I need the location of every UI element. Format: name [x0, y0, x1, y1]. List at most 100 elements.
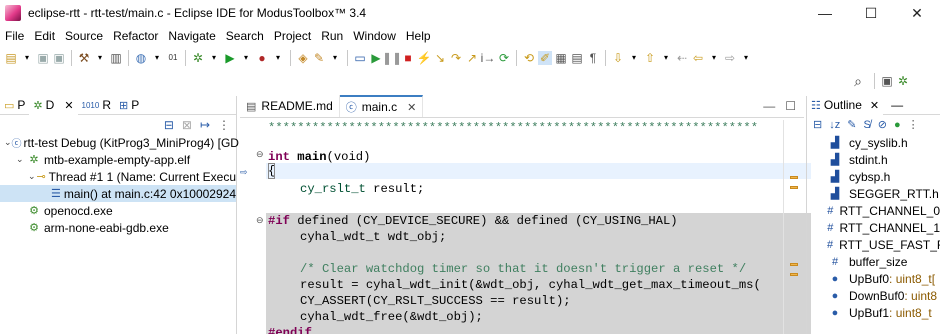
terminate-icon[interactable]: ■ — [401, 51, 415, 65]
chevron-down-icon[interactable]: ⌄ — [4, 137, 12, 148]
dropdown-arrow-icon[interactable]: ▾ — [207, 51, 221, 65]
tree-item-stack-frame[interactable]: ☰ main() at main.c:42 0x10002924 — [0, 185, 236, 202]
dropdown-arrow-icon[interactable]: ▾ — [707, 51, 721, 65]
menu-help[interactable]: Help — [401, 29, 436, 43]
ruler-marker[interactable] — [790, 186, 798, 189]
save-all-icon[interactable]: ▣ — [52, 51, 66, 65]
tab-registers[interactable]: 1010 R — [78, 96, 115, 115]
dropdown-arrow-icon[interactable]: ▾ — [93, 51, 107, 65]
open-type-icon[interactable]: ◈ — [296, 51, 310, 65]
menu-search[interactable]: Search — [221, 29, 269, 43]
outline-item[interactable]: # RTT_CHANNEL_1 — [807, 219, 940, 236]
maximize-icon[interactable]: ☐ — [785, 99, 796, 113]
overview-ruler[interactable] — [783, 120, 804, 334]
highlight-icon[interactable]: ✐ — [538, 50, 552, 65]
outline-item[interactable]: ▟ cybsp.h — [807, 168, 940, 185]
minimize-icon[interactable]: — — [763, 99, 775, 113]
save-icon[interactable]: ▣ — [36, 51, 50, 65]
close-icon[interactable]: ✕ — [407, 101, 416, 114]
editor-gutter[interactable]: ⊖ ⇨ ⊖ — [240, 120, 266, 334]
chevron-down-icon[interactable]: ⌄ — [28, 171, 36, 182]
search-icon[interactable]: ⌕ — [851, 74, 865, 88]
restart-icon[interactable]: ⟳ — [497, 51, 511, 65]
run-icon[interactable]: ▶ — [223, 51, 237, 65]
suspend-icon[interactable]: ❚❚ — [382, 51, 402, 65]
tab-debug[interactable]: ✲ D ✕ — [29, 95, 78, 115]
step-into-icon[interactable]: ↘ — [433, 51, 447, 65]
toggle-mark-icon[interactable]: ▦ — [554, 51, 568, 65]
close-icon[interactable]: ✕ — [64, 99, 73, 112]
build-config-icon[interactable]: ▥ — [109, 51, 123, 65]
hide-non-public-icon[interactable]: ⊘ — [878, 118, 887, 131]
tab-main-c[interactable]: ⓒ main.c ✕ — [339, 95, 424, 117]
menu-project[interactable]: Project — [269, 29, 316, 43]
outline-item[interactable]: ● UpBuf1 : uint8_t — [807, 304, 940, 321]
pilcrow-icon[interactable]: ¶ — [586, 51, 600, 65]
chevron-down-icon[interactable]: ⌄ — [16, 154, 26, 165]
instruction-step-icon[interactable]: i→ — [481, 51, 496, 65]
monitor-icon[interactable]: ▭ — [353, 51, 367, 65]
tab-outline[interactable]: ☷ Outline ✕ — [807, 95, 884, 115]
menu-window[interactable]: Window — [348, 29, 401, 43]
minimize-icon[interactable]: — — [891, 98, 903, 112]
outline-item[interactable]: # RTT_CHANNEL_0 — [807, 202, 940, 219]
dropdown-arrow-icon[interactable]: ▾ — [739, 51, 753, 65]
collapse-all-icon[interactable]: ⊟ — [813, 118, 822, 131]
collapse-all-icon[interactable]: ⊟ — [164, 118, 174, 132]
dropdown-arrow-icon[interactable]: ▾ — [659, 51, 673, 65]
tab-peripherals[interactable]: ⊞ P — [115, 96, 143, 115]
refresh-icon[interactable]: ⟲ — [522, 51, 536, 65]
block-selection-icon[interactable]: ▤ — [570, 51, 584, 65]
tree-item-thread[interactable]: ⌄ ⊸ Thread #1 1 (Name: Current Execu — [0, 168, 236, 185]
code-area[interactable]: ⊖ ⇨ ⊖ **********************************… — [240, 120, 811, 334]
minimize-button[interactable]: — — [802, 0, 848, 26]
disconnect-icon[interactable]: ⚡ — [417, 51, 432, 65]
globe-icon[interactable]: ◍ — [134, 51, 148, 65]
view-menu-icon[interactable]: ⋮ — [218, 118, 230, 132]
dropdown-arrow-icon[interactable]: ▾ — [20, 51, 34, 65]
dropdown-arrow-icon[interactable]: ▾ — [239, 51, 253, 65]
hide-fields-icon[interactable]: ✎ — [847, 118, 856, 131]
external-tools-icon[interactable]: ● — [255, 51, 269, 65]
tab-project-explorer[interactable]: ▭ P — [0, 96, 29, 115]
menu-navigate[interactable]: Navigate — [163, 29, 220, 43]
menu-file[interactable]: File — [0, 29, 29, 43]
hide-static-icon[interactable]: S̸ — [863, 119, 870, 131]
debug-icon[interactable]: ✲ — [191, 51, 205, 65]
step-filter-icon[interactable]: ↦ — [200, 118, 210, 132]
outline-item[interactable]: # RTT_USE_FAST_RT — [807, 236, 940, 253]
step-return-icon[interactable]: ↗ — [465, 51, 479, 65]
dropdown-arrow-icon[interactable]: ▾ — [150, 51, 164, 65]
close-button[interactable]: ✕ — [894, 0, 940, 26]
dropdown-arrow-icon[interactable]: ▾ — [627, 51, 641, 65]
open-perspective-icon[interactable]: ▣ — [880, 74, 894, 88]
outline-item[interactable]: ▟ cy_syslib.h — [807, 134, 940, 151]
debug-perspective-icon[interactable]: ✲ — [896, 74, 910, 88]
ruler-marker[interactable] — [790, 263, 798, 266]
build-icon[interactable]: ⚒ — [77, 51, 91, 65]
menu-refactor[interactable]: Refactor — [108, 29, 163, 43]
forward-icon[interactable]: ⇨ — [723, 51, 737, 65]
menu-edit[interactable]: Edit — [29, 29, 60, 43]
dropdown-arrow-icon[interactable]: ▾ — [271, 51, 285, 65]
outline-item[interactable]: ● DownBuf0 : uint8 — [807, 287, 940, 304]
binary-icon[interactable]: 01 — [166, 51, 180, 65]
next-annotation-icon[interactable]: ⇩ — [611, 51, 625, 65]
ruler-marker[interactable] — [790, 176, 798, 179]
ruler-marker[interactable] — [790, 273, 798, 276]
back-icon[interactable]: ⇦ — [691, 51, 705, 65]
green-dot-icon[interactable]: ● — [894, 119, 901, 131]
sort-icon[interactable]: ↓z — [829, 119, 840, 131]
outline-item[interactable]: ▟ SEGGER_RTT.h — [807, 185, 940, 202]
last-edit-icon[interactable]: ⇠ — [675, 51, 689, 65]
outline-item[interactable]: ▟ stdint.h — [807, 151, 940, 168]
dropdown-arrow-icon[interactable]: ▾ — [328, 51, 342, 65]
tree-item-launch[interactable]: ⌄ ⓒ rtt-test Debug (KitProg3_MiniProg4) … — [0, 134, 239, 151]
collapse-icon[interactable]: ⊖ — [256, 150, 264, 160]
menu-run[interactable]: Run — [316, 29, 348, 43]
remove-terminated-icon[interactable]: ⊠ — [182, 118, 192, 132]
tree-item-elf[interactable]: ⌄ ✲ mtb-example-empty-app.elf — [0, 151, 236, 168]
resume-icon[interactable]: ▶ — [369, 51, 383, 65]
outline-item[interactable]: # buffer_size — [807, 253, 940, 270]
step-over-icon[interactable]: ↷ — [449, 51, 463, 65]
